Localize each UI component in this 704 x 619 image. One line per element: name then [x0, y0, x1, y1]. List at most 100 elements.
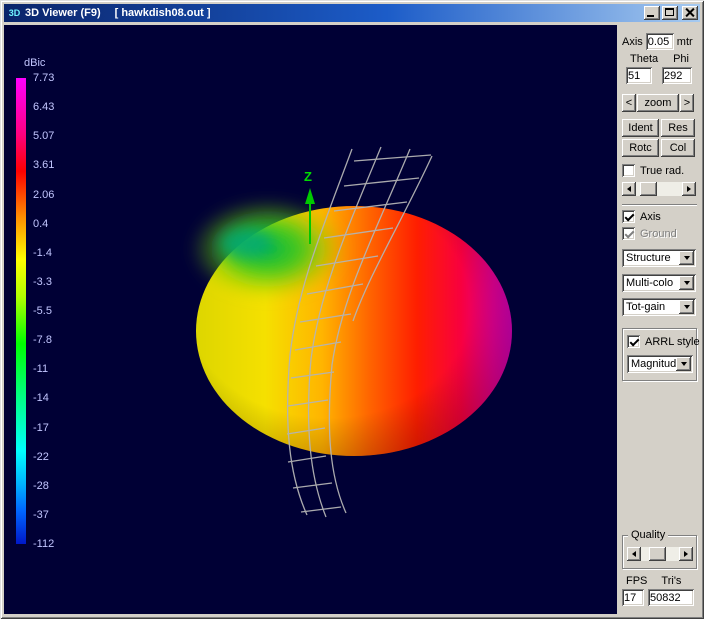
axis-unit-label: mtr: [677, 36, 693, 48]
colorbar-gradient: [16, 78, 26, 544]
zoom-in-button[interactable]: >: [680, 94, 694, 112]
quality-group: Quality: [622, 535, 697, 569]
slider-right-button[interactable]: [679, 547, 693, 561]
radius-scrollbar[interactable]: [622, 182, 696, 196]
maximize-icon: [665, 8, 674, 16]
colorbar-tick: -17: [33, 422, 54, 434]
gain-pattern-blob: [190, 199, 512, 456]
check-icon: [624, 165, 633, 174]
theta-label: Theta: [630, 53, 658, 65]
colorbar-tick: -37: [33, 509, 54, 521]
quantity-select[interactable]: Tot-gain: [622, 298, 696, 316]
triangle-left-icon: [627, 186, 631, 192]
dropdown-button[interactable]: [679, 300, 694, 314]
check-icon: [624, 228, 633, 237]
colorbar-tick: -7.8: [33, 334, 54, 346]
quality-label: Quality: [628, 529, 668, 541]
colorbar-unit-label: dBic: [24, 57, 54, 69]
chevron-down-icon: [684, 305, 690, 309]
viewer-window: 3D 3D Viewer (F9) [ hawkdish08.out ]: [0, 0, 704, 619]
scroll-right-button[interactable]: [682, 182, 696, 196]
zoom-button[interactable]: zoom: [637, 94, 679, 112]
rotc-button[interactable]: Rotc: [622, 139, 659, 157]
colorbar-ticks: 7.73 6.43 5.07 3.61 2.06 0.4 -1.4 -3.3 -…: [33, 72, 54, 550]
triangle-right-icon: [684, 551, 688, 557]
minimize-icon: [647, 15, 654, 17]
window-title: 3D Viewer (F9): [25, 7, 101, 19]
quality-slider-thumb[interactable]: [649, 547, 666, 561]
arrl-style-group: ARRL style Magnitud: [622, 328, 697, 381]
chevron-down-icon: [684, 256, 690, 260]
phi-label: Phi: [673, 53, 689, 65]
colorbar-tick: 3.61: [33, 159, 54, 171]
quantity-select-value: Tot-gain: [626, 301, 665, 313]
fps-label: FPS: [626, 575, 647, 587]
tris-value-input[interactable]: [648, 589, 694, 606]
close-button[interactable]: [682, 6, 698, 20]
dropdown-button[interactable]: [679, 276, 694, 290]
axis-checkbox-label: Axis: [640, 211, 661, 223]
control-panel: Axis mtr Theta Phi < zoom > Ident Res Ro…: [617, 25, 700, 614]
colorbar-tick: -22: [33, 451, 54, 463]
colorbar-tick: -3.3: [33, 276, 54, 288]
title-bar[interactable]: 3D 3D Viewer (F9) [ hawkdish08.out ]: [4, 4, 700, 22]
colorbar-tick: -28: [33, 480, 54, 492]
color-mode-select-value: Multi-colo: [626, 277, 673, 289]
3d-viewport[interactable]: Z dBic 7.73 6.43 5.07 3.61 2.06 0.4 -1.4…: [4, 25, 617, 614]
triangle-right-icon: [687, 186, 691, 192]
phi-input[interactable]: [662, 67, 692, 84]
color-mode-select[interactable]: Multi-colo: [622, 274, 696, 292]
minimize-button[interactable]: [644, 6, 660, 20]
ground-checkbox-label: Ground: [640, 228, 677, 240]
window-title-filename: [ hawkdish08.out ]: [115, 7, 211, 19]
res-button[interactable]: Res: [661, 119, 695, 137]
chevron-down-icon: [684, 281, 690, 285]
axis-length-label: Axis: [622, 36, 643, 48]
arrl-style-label: ARRL style: [645, 336, 700, 348]
dropdown-button[interactable]: [679, 251, 694, 265]
chevron-down-icon: [681, 362, 687, 366]
dropdown-button[interactable]: [676, 357, 691, 371]
check-icon: [624, 211, 633, 220]
colorbar-tick: 0.4: [33, 218, 54, 230]
colorbar-tick: 6.43: [33, 101, 54, 113]
scroll-left-button[interactable]: [622, 182, 636, 196]
ground-checkbox: [622, 227, 635, 240]
col-button[interactable]: Col: [661, 139, 695, 157]
colorbar-tick: 5.07: [33, 130, 54, 142]
z-axis-arrow-icon: [305, 188, 315, 204]
colorbar-tick: 7.73: [33, 72, 54, 84]
theta-input[interactable]: [626, 67, 652, 84]
colorbar-tick: -11: [33, 363, 54, 375]
radiation-pattern-scene[interactable]: Z: [4, 25, 617, 614]
section-divider: [622, 204, 697, 206]
z-axis-label: Z: [304, 169, 312, 184]
true-rad-checkbox[interactable]: [622, 164, 635, 177]
quality-slider-track[interactable]: [641, 547, 679, 561]
colorbar-tick: -112: [33, 538, 54, 550]
arrl-style-checkbox[interactable]: [627, 335, 640, 348]
colorbar-tick: -1.4: [33, 247, 54, 259]
triangle-left-icon: [632, 551, 636, 557]
zoom-out-button[interactable]: <: [622, 94, 636, 112]
color-scale: dBic 7.73 6.43 5.07 3.61 2.06 0.4 -1.4 -…: [16, 57, 54, 550]
colorbar-tick: -14: [33, 392, 54, 404]
structure-select[interactable]: Structure: [622, 249, 696, 267]
scrollbar-thumb[interactable]: [640, 182, 657, 196]
tris-label: Tri's: [661, 575, 681, 587]
magnitude-select[interactable]: Magnitud: [627, 355, 693, 373]
slider-left-button[interactable]: [627, 547, 641, 561]
ident-button[interactable]: Ident: [622, 119, 659, 137]
maximize-button[interactable]: [662, 6, 678, 20]
true-rad-label: True rad.: [640, 165, 684, 177]
quality-slider[interactable]: [627, 547, 693, 561]
colorbar-tick: 2.06: [33, 189, 54, 201]
axis-length-input[interactable]: [646, 33, 674, 50]
check-icon: [629, 336, 638, 345]
close-icon: [685, 8, 694, 17]
app-icon: 3D: [6, 6, 23, 20]
scrollbar-track[interactable]: [636, 182, 682, 196]
colorbar-tick: -5.5: [33, 305, 54, 317]
fps-value-input[interactable]: [622, 589, 644, 606]
axis-checkbox[interactable]: [622, 210, 635, 223]
